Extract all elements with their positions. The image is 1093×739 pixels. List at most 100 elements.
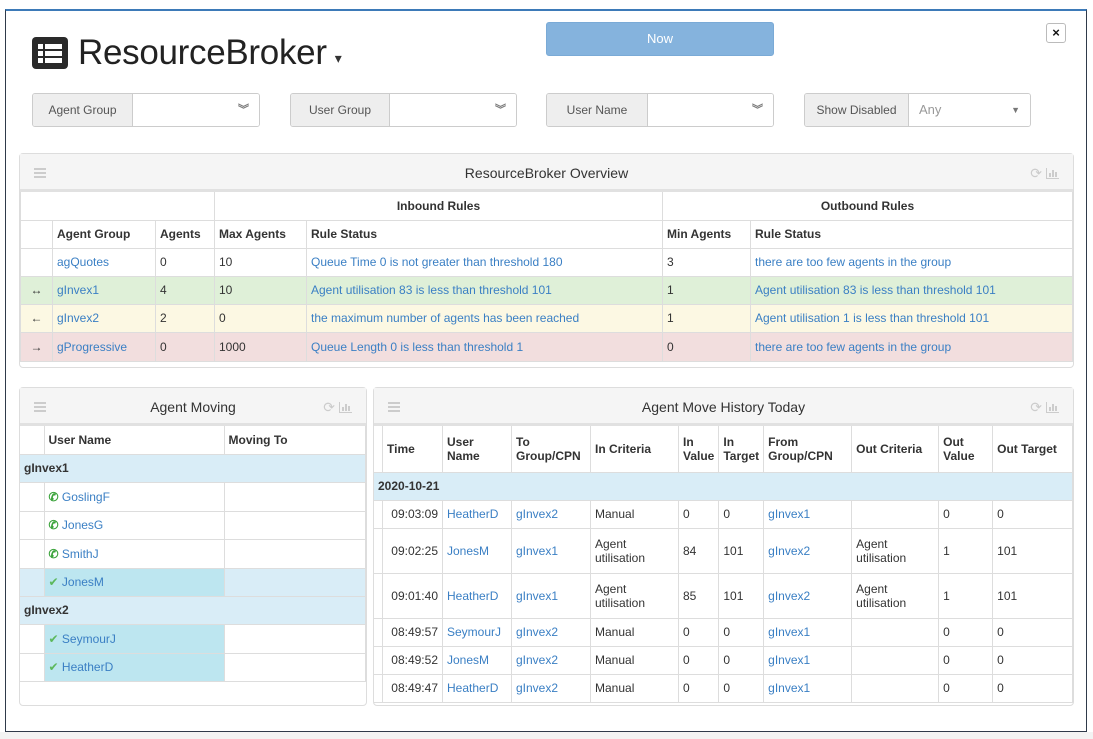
- menu-icon[interactable]: [34, 402, 46, 412]
- user-link[interactable]: JonesM: [442, 527, 512, 574]
- agent-group-link[interactable]: gProgressive: [52, 331, 156, 362]
- outbound-status-link[interactable]: Agent utilisation 1 is less than thresho…: [750, 303, 1073, 333]
- moving-to-value: [223, 623, 366, 654]
- user-link[interactable]: GoslingF: [62, 490, 110, 504]
- in-value: 84: [677, 527, 720, 574]
- agent-group-link[interactable]: gInvex1: [52, 275, 156, 305]
- min-agents-value: 0: [662, 331, 751, 362]
- moving-to-value: [223, 538, 366, 569]
- agents-column-header[interactable]: Agents: [155, 219, 215, 249]
- agent-group-column-header[interactable]: Agent Group: [52, 219, 156, 249]
- caret-down-icon: ▾: [334, 49, 342, 66]
- agent-group-link[interactable]: agQuotes: [52, 247, 156, 277]
- list-item: ✆ JonesG: [20, 510, 366, 540]
- out-value-column-header[interactable]: Out Value: [938, 426, 994, 473]
- move-history-title: Agent Move History Today: [641, 399, 806, 415]
- to-group-link[interactable]: gInvex1: [511, 572, 591, 619]
- now-button[interactable]: Now: [546, 22, 774, 56]
- user-link[interactable]: SeymourJ: [442, 617, 512, 647]
- bar-chart-icon[interactable]: [1046, 401, 1059, 413]
- inbound-status-link[interactable]: the maximum number of agents has been re…: [306, 303, 663, 333]
- inbound-status-link[interactable]: Queue Length 0 is less than threshold 1: [306, 331, 663, 362]
- show-disabled-select[interactable]: Any ▼: [909, 94, 1030, 126]
- to-group-link[interactable]: gInvex2: [511, 499, 591, 529]
- caret-down-icon: ▼: [1011, 105, 1020, 115]
- user-link[interactable]: HeatherD: [442, 499, 512, 529]
- user-group-select[interactable]: ︾: [390, 94, 516, 126]
- outbound-rule-status-column-header[interactable]: Rule Status: [750, 219, 1073, 249]
- to-group-column-header[interactable]: To Group/CPN: [511, 426, 591, 473]
- inbound-rule-status-column-header[interactable]: Rule Status: [306, 219, 663, 249]
- blank-group-header: [20, 192, 215, 221]
- menu-icon[interactable]: [34, 168, 46, 178]
- out-criteria: [851, 499, 940, 529]
- bar-chart-icon[interactable]: [339, 401, 352, 413]
- user-link[interactable]: HeatherD: [62, 660, 113, 674]
- user-link[interactable]: SeymourJ: [62, 632, 116, 646]
- arrow-left-icon: ←: [20, 303, 53, 333]
- outbound-status-link[interactable]: there are too few agents in the group: [750, 331, 1073, 362]
- refresh-icon[interactable]: ⟳: [1030, 154, 1042, 192]
- from-group-link[interactable]: gInvex1: [763, 673, 853, 703]
- check-icon: ✔: [48, 575, 59, 589]
- agent-group-link[interactable]: gInvex2: [52, 303, 156, 333]
- refresh-icon[interactable]: ⟳: [1030, 388, 1042, 426]
- to-group-link[interactable]: gInvex2: [511, 617, 591, 647]
- out-criteria: Agent utilisation: [851, 527, 940, 574]
- to-group-link[interactable]: gInvex1: [511, 527, 591, 574]
- user-link[interactable]: JonesM: [442, 645, 512, 675]
- user-name-column-header[interactable]: User Name: [442, 426, 512, 473]
- from-group-link[interactable]: gInvex1: [763, 499, 853, 529]
- from-group-link[interactable]: gInvex1: [763, 645, 853, 675]
- list-item: ✔ SeymourJ: [20, 623, 366, 654]
- time-column-header[interactable]: Time: [382, 426, 443, 473]
- date-label: 2020-10-21: [374, 471, 1073, 501]
- user-name-column-header[interactable]: User Name: [43, 426, 225, 455]
- close-button[interactable]: ×: [1046, 23, 1066, 43]
- user-link[interactable]: HeatherD: [442, 572, 512, 619]
- resourcebroker-modal: ResourceBroker ▾ Now × Agent Group ︾ Use…: [5, 9, 1087, 732]
- from-group-link[interactable]: gInvex2: [763, 527, 853, 574]
- out-value: 0: [938, 499, 994, 529]
- user-group-label: User Group: [291, 94, 390, 126]
- list-item: ✆ GoslingF: [20, 481, 366, 512]
- group-header-row: Inbound Rules Outbound Rules: [20, 192, 1073, 221]
- menu-icon[interactable]: [388, 402, 400, 412]
- user-name-select[interactable]: ︾: [648, 94, 773, 126]
- in-criteria: Manual: [590, 499, 679, 529]
- agent-group-select[interactable]: ︾: [133, 94, 259, 126]
- row-arrow: [20, 247, 53, 277]
- column-header-row: Time User Name To Group/CPN In Criteria …: [374, 426, 1073, 473]
- in-target-column-header[interactable]: In Target: [718, 426, 765, 473]
- in-value: 0: [677, 645, 720, 675]
- to-group-link[interactable]: gInvex2: [511, 645, 591, 675]
- outbound-status-link[interactable]: there are too few agents in the group: [750, 247, 1073, 277]
- out-criteria-column-header[interactable]: Out Criteria: [851, 426, 940, 473]
- bar-chart-icon[interactable]: [1046, 167, 1059, 179]
- to-group-link[interactable]: gInvex2: [511, 673, 591, 703]
- inbound-status-link[interactable]: Agent utilisation 83 is less than thresh…: [306, 275, 663, 305]
- out-target-column-header[interactable]: Out Target: [992, 426, 1073, 473]
- in-value: 85: [677, 572, 720, 619]
- from-group-column-header[interactable]: From Group/CPN: [763, 426, 853, 473]
- moving-to-column-header[interactable]: Moving To: [223, 426, 366, 455]
- in-criteria-column-header[interactable]: In Criteria: [590, 426, 679, 473]
- title-dropdown[interactable]: ResourceBroker ▾: [32, 33, 342, 73]
- in-value-column-header[interactable]: In Value: [677, 426, 720, 473]
- overview-panel: ResourceBroker Overview ⟳ Inbound Rules …: [19, 153, 1074, 368]
- outbound-status-link[interactable]: Agent utilisation 83 is less than thresh…: [750, 275, 1073, 305]
- moving-to-value: [223, 652, 366, 682]
- min-agents-column-header[interactable]: Min Agents: [662, 219, 751, 249]
- out-target: 0: [992, 499, 1073, 529]
- refresh-icon[interactable]: ⟳: [323, 388, 335, 426]
- max-agents-value: 10: [214, 247, 307, 277]
- from-group-link[interactable]: gInvex1: [763, 617, 853, 647]
- max-agents-column-header[interactable]: Max Agents: [214, 219, 307, 249]
- from-group-link[interactable]: gInvex2: [763, 572, 853, 619]
- user-link[interactable]: SmithJ: [62, 547, 99, 561]
- user-link[interactable]: HeatherD: [442, 673, 512, 703]
- outbound-rules-header: Outbound Rules: [662, 192, 1073, 221]
- inbound-status-link[interactable]: Queue Time 0 is not greater than thresho…: [306, 247, 663, 277]
- user-link[interactable]: JonesG: [62, 518, 103, 532]
- user-link[interactable]: JonesM: [62, 575, 104, 589]
